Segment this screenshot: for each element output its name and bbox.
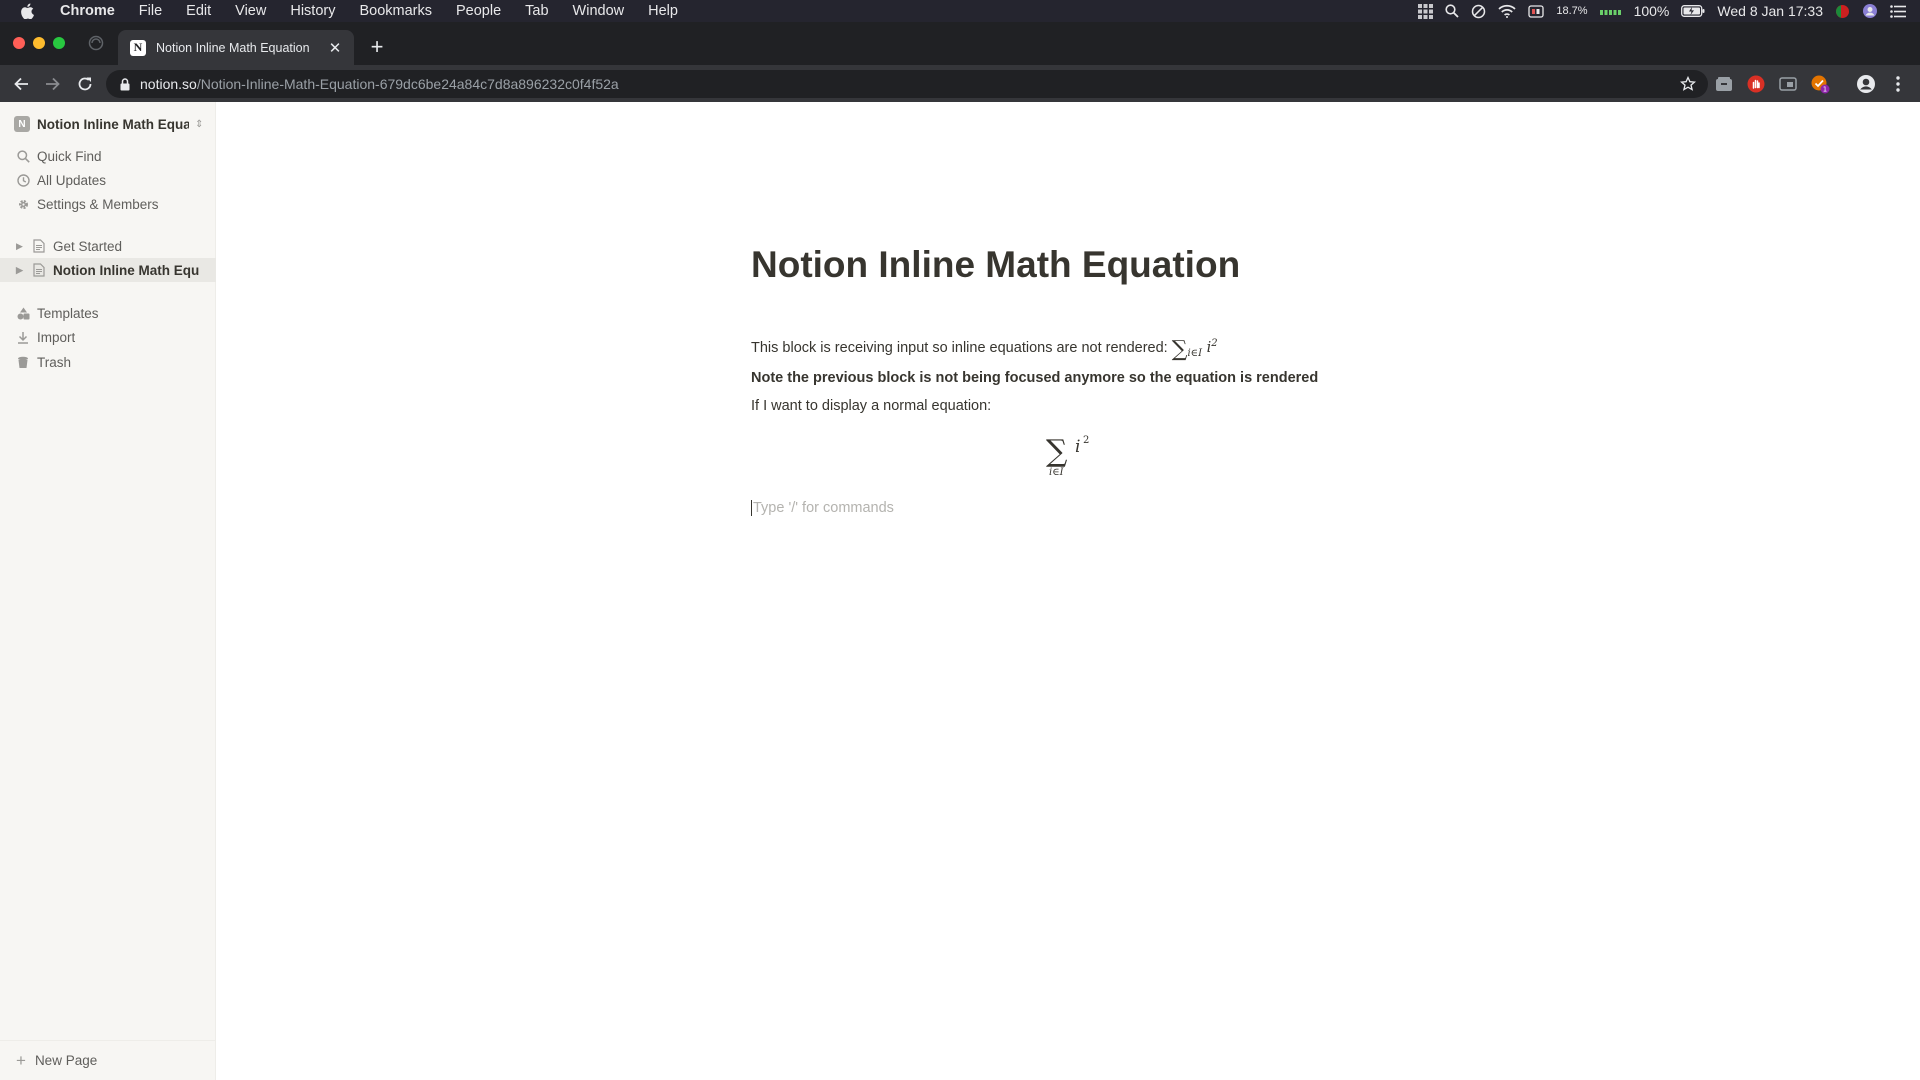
window-minimize-button[interactable] <box>33 37 45 49</box>
bookmark-star-icon[interactable] <box>1679 75 1697 97</box>
workspace-icon: N <box>14 116 30 132</box>
sidebar-item-settings[interactable]: Settings & Members <box>0 192 216 216</box>
user-circle-icon[interactable] <box>1862 3 1878 19</box>
menu-edit[interactable]: Edit <box>174 0 223 22</box>
grid-icon[interactable] <box>1418 3 1434 19</box>
page-icon <box>32 263 46 277</box>
spotlight-search-icon[interactable] <box>1445 4 1460 18</box>
menu-file[interactable]: File <box>127 0 174 22</box>
new-page-label: New Page <box>34 1053 98 1068</box>
extension-badge-count: 1 <box>1823 86 1827 94</box>
sidebar-item-label: Import <box>37 329 76 345</box>
sidebar-item-label: Templates <box>37 305 99 321</box>
page-title[interactable]: Notion Inline Math Equation <box>751 244 1240 286</box>
clock-text[interactable]: Wed 8 Jan 17:33 <box>1717 3 1823 19</box>
sidebar-item-label: Quick Find <box>37 148 102 164</box>
browser-toolbar: notion.so/Notion-Inline-Math-Equation-67… <box>0 65 1920 102</box>
gear-icon <box>16 197 30 211</box>
flag-icon[interactable] <box>1835 4 1850 19</box>
sidebar-item-label: All Updates <box>37 172 107 188</box>
window-close-button[interactable] <box>13 37 25 49</box>
apple-menu-icon[interactable] <box>20 3 36 19</box>
sidebar-item-all-updates[interactable]: All Updates <box>0 168 216 192</box>
browser-tab-strip: N Notion Inline Math Equation ✕ + <box>0 22 1920 65</box>
sidebar-item-label: Get Started <box>53 238 123 254</box>
menu-window[interactable]: Window <box>561 0 637 22</box>
menu-people[interactable]: People <box>444 0 513 22</box>
templates-icon <box>16 306 30 320</box>
equation-sum-symbol: ∑ <box>1046 434 1068 469</box>
reload-icon[interactable] <box>74 73 96 95</box>
new-tab-button[interactable]: + <box>366 36 388 59</box>
workspace-switcher[interactable]: N Notion Inline Math Equat... ⇕ <box>14 114 206 134</box>
url-host: notion.so <box>140 76 197 92</box>
menubar-status-area: 18.7% 100% Wed 8 Jan 17:33 <box>1418 0 1906 22</box>
page-icon <box>32 239 46 253</box>
sidebar-item-label: Settings & Members <box>37 196 159 212</box>
battery-icon[interactable] <box>1681 5 1705 17</box>
signal-dots-icon <box>1599 7 1622 15</box>
sidebar-page-notion-inline-math[interactable]: ▶ Notion Inline Math Equ... <box>0 258 216 282</box>
extension-hand-icon[interactable] <box>1746 74 1766 94</box>
sidebar-item-import[interactable]: Import <box>0 325 216 349</box>
clock-icon <box>16 173 30 187</box>
url-path: /Notion-Inline-Math-Equation-679dc6be24a… <box>196 76 619 92</box>
triangle-right-icon[interactable]: ▶ <box>16 241 28 252</box>
sidebar-page-get-started[interactable]: ▶ Get Started <box>0 234 216 258</box>
workspace-name: Notion Inline Math Equat... <box>37 116 189 132</box>
do-not-disturb-icon[interactable] <box>1471 4 1486 19</box>
menu-help[interactable]: Help <box>636 0 690 22</box>
chevron-updown-icon: ⇕ <box>195 118 204 130</box>
menu-view[interactable]: View <box>223 0 278 22</box>
window-maximize-button[interactable] <box>53 37 65 49</box>
sidebar-item-trash[interactable]: Trash <box>0 350 216 374</box>
text-block[interactable]: If I want to display a normal equation: <box>751 398 991 414</box>
menu-bookmarks[interactable]: Bookmarks <box>347 0 444 22</box>
tab-close-icon[interactable]: ✕ <box>326 39 344 57</box>
inline-equation[interactable]: ∑i∈I i2 <box>1172 337 1218 362</box>
chrome-menu-icon[interactable] <box>1888 74 1908 94</box>
menu-history[interactable]: History <box>278 0 347 22</box>
browser-tab-active[interactable]: N Notion Inline Math Equation ✕ <box>118 30 354 65</box>
download-icon <box>16 330 30 344</box>
battery-percent-text: 100% <box>1633 3 1670 19</box>
back-arrow-icon[interactable] <box>10 73 32 95</box>
macos-menubar: Chrome File Edit View History Bookmarks … <box>0 0 1920 22</box>
plus-icon: + <box>16 1050 26 1070</box>
block-text: This block is receiving input so inline … <box>751 340 1168 356</box>
display-equation-block[interactable]: ∑ i 2 i∈I <box>1040 428 1102 478</box>
sidebar-item-label: Notion Inline Math Equ... <box>53 262 199 278</box>
sidebar-item-quick-find[interactable]: Quick Find <box>0 144 216 168</box>
extension-cast-icon[interactable] <box>1778 74 1798 94</box>
menu-app-chrome[interactable]: Chrome <box>52 0 127 22</box>
trash-icon <box>16 355 30 369</box>
equation-superscript: 2 <box>1083 435 1089 446</box>
text-block-bold[interactable]: Note the previous block is not being foc… <box>751 370 1318 386</box>
text-block-editing[interactable]: This block is receiving input so inline … <box>751 337 1218 362</box>
equation-base: i <box>1075 437 1080 457</box>
search-icon <box>16 149 30 163</box>
new-page-button[interactable]: + New Page <box>0 1040 216 1080</box>
wifi-icon[interactable] <box>1498 4 1516 18</box>
pinned-tab-icon[interactable] <box>88 35 104 51</box>
equation-subscript: i∈I <box>1049 467 1065 478</box>
triangle-right-icon[interactable]: ▶ <box>16 265 28 276</box>
notion-sidebar: N Notion Inline Math Equat... ⇕ Quick Fi… <box>0 102 216 1080</box>
sidebar-item-label: Trash <box>37 354 72 370</box>
tab-title: Notion Inline Math Equation <box>156 40 310 55</box>
extension-badge-icon[interactable]: 1 <box>1810 74 1830 94</box>
address-bar[interactable]: notion.so/Notion-Inline-Math-Equation-67… <box>106 70 1708 98</box>
cpu-usage-text: 18.7% <box>1556 5 1588 17</box>
sidebar-item-templates[interactable]: Templates <box>0 301 216 325</box>
profile-avatar-icon[interactable] <box>1856 74 1876 94</box>
forward-arrow-icon[interactable] <box>42 73 64 95</box>
lock-icon[interactable] <box>120 77 130 91</box>
notion-favicon-icon: N <box>130 39 146 56</box>
extension-tray-icon[interactable] <box>1714 74 1734 94</box>
menu-tab[interactable]: Tab <box>513 0 560 22</box>
empty-block-placeholder[interactable]: Type '/' for commands <box>751 500 894 516</box>
cpu-monitor-icon[interactable] <box>1528 4 1545 18</box>
notification-center-icon[interactable] <box>1890 4 1906 18</box>
